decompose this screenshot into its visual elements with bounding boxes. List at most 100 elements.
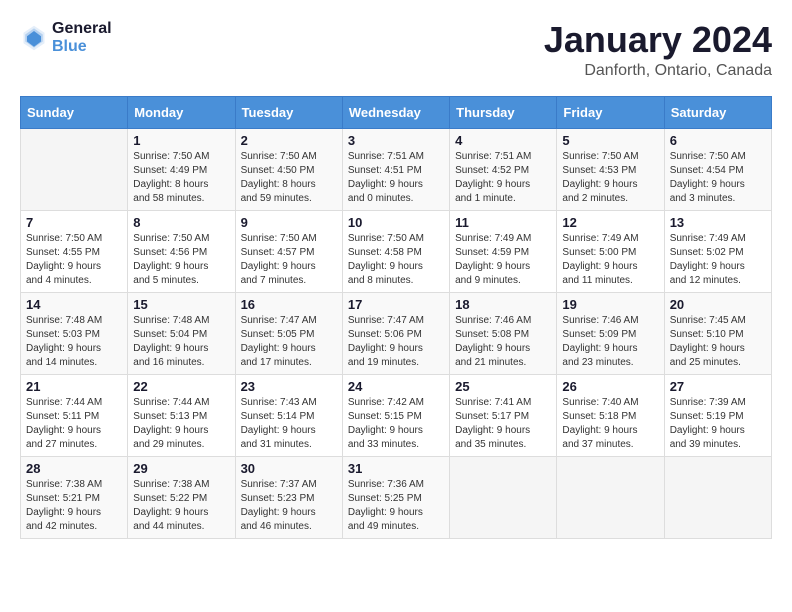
header-row: SundayMondayTuesdayWednesdayThursdayFrid… (21, 96, 772, 128)
day-number: 2 (241, 133, 337, 148)
calendar-subtitle: Danforth, Ontario, Canada (544, 62, 772, 80)
day-info: Sunrise: 7:46 AMSunset: 5:09 PMDaylight:… (562, 314, 658, 370)
day-cell: 8Sunrise: 7:50 AMSunset: 4:56 PMDaylight… (128, 210, 235, 292)
title-section: January 2024 Danforth, Ontario, Canada (544, 20, 772, 80)
day-cell: 16 Sunrise: 7:47 AMSunset: 5:05 PMDayligh… (235, 292, 342, 374)
week-row-1: 1Sunrise: 7:50 AMSunset: 4:49 PMDaylight… (21, 128, 772, 210)
day-info: Sunrise: 7:50 AMSunset: 4:53 PMDaylight:… (562, 150, 658, 206)
day-info: Sunrise: 7:46 AMSunset: 5:08 PMDaylight:… (455, 314, 551, 370)
day-number: 14 (26, 297, 122, 312)
day-number: 25 (455, 379, 551, 394)
day-number: 29 (133, 461, 229, 476)
day-cell: 1Sunrise: 7:50 AMSunset: 4:49 PMDaylight… (128, 128, 235, 210)
day-cell: 22 Sunrise: 7:44 AMSunset: 5:13 PMDayligh… (128, 374, 235, 456)
day-cell (450, 456, 557, 538)
day-info: Sunrise: 7:50 AMSunset: 4:58 PMDaylight:… (348, 232, 444, 288)
day-number: 30 (241, 461, 337, 476)
day-number: 26 (562, 379, 658, 394)
week-row-4: 21 Sunrise: 7:44 AMSunset: 5:11 PMDayligh… (21, 374, 772, 456)
day-number: 4 (455, 133, 551, 148)
day-info: Sunrise: 7:41 AMSunset: 5:17 PMDaylight:… (455, 396, 551, 452)
day-info: Sunrise: 7:44 AMSunset: 5:11 PMDaylight:… (26, 396, 122, 452)
day-number: 5 (562, 133, 658, 148)
day-info: Sunrise: 7:39 AMSunset: 5:19 PMDaylight:… (670, 396, 766, 452)
day-info: Sunrise: 7:50 AMSunset: 4:57 PMDaylight:… (241, 232, 337, 288)
header-cell-thursday: Thursday (450, 96, 557, 128)
day-cell: 31 Sunrise: 7:36 AMSunset: 5:25 PMDayligh… (342, 456, 449, 538)
day-number: 31 (348, 461, 444, 476)
day-info: Sunrise: 7:37 AMSunset: 5:23 PMDaylight:… (241, 478, 337, 534)
day-cell: 20Sunrise: 7:45 AMSunset: 5:10 PMDayligh… (664, 292, 771, 374)
logo-text: General Blue (52, 20, 112, 56)
day-number: 28 (26, 461, 122, 476)
day-info: Sunrise: 7:38 AMSunset: 5:21 PMDaylight:… (26, 478, 122, 534)
day-cell: 18Sunrise: 7:46 AMSunset: 5:08 PMDayligh… (450, 292, 557, 374)
week-row-3: 14 Sunrise: 7:48 AMSunset: 5:03 PMDayligh… (21, 292, 772, 374)
calendar-title: January 2024 (544, 20, 772, 60)
day-cell: 7Sunrise: 7:50 AMSunset: 4:55 PMDaylight… (21, 210, 128, 292)
header-cell-monday: Monday (128, 96, 235, 128)
day-info: Sunrise: 7:44 AMSunset: 5:13 PMDaylight:… (133, 396, 229, 452)
day-info: Sunrise: 7:48 AMSunset: 5:04 PMDaylight:… (133, 314, 229, 370)
day-number: 6 (670, 133, 766, 148)
day-cell: 10 Sunrise: 7:50 AMSunset: 4:58 PMDayligh… (342, 210, 449, 292)
day-cell: 24 Sunrise: 7:42 AMSunset: 5:15 PMDayligh… (342, 374, 449, 456)
day-info: Sunrise: 7:50 AMSunset: 4:50 PMDaylight:… (241, 150, 337, 206)
day-cell: 13 Sunrise: 7:49 AMSunset: 5:02 PMDayligh… (664, 210, 771, 292)
day-cell: 2 Sunrise: 7:50 AMSunset: 4:50 PMDaylight… (235, 128, 342, 210)
day-cell (557, 456, 664, 538)
calendar-body: 1Sunrise: 7:50 AMSunset: 4:49 PMDaylight… (21, 128, 772, 538)
day-cell: 29 Sunrise: 7:38 AMSunset: 5:22 PMDayligh… (128, 456, 235, 538)
header-cell-friday: Friday (557, 96, 664, 128)
day-cell (21, 128, 128, 210)
day-cell: 6 Sunrise: 7:50 AMSunset: 4:54 PMDaylight… (664, 128, 771, 210)
day-number: 22 (133, 379, 229, 394)
day-info: Sunrise: 7:38 AMSunset: 5:22 PMDaylight:… (133, 478, 229, 534)
day-cell: 15Sunrise: 7:48 AMSunset: 5:04 PMDayligh… (128, 292, 235, 374)
day-number: 12 (562, 215, 658, 230)
day-number: 11 (455, 215, 551, 230)
day-number: 3 (348, 133, 444, 148)
day-cell: 19 Sunrise: 7:46 AMSunset: 5:09 PMDayligh… (557, 292, 664, 374)
header-cell-wednesday: Wednesday (342, 96, 449, 128)
day-info: Sunrise: 7:45 AMSunset: 5:10 PMDaylight:… (670, 314, 766, 370)
header-cell-tuesday: Tuesday (235, 96, 342, 128)
day-cell: 25 Sunrise: 7:41 AMSunset: 5:17 PMDayligh… (450, 374, 557, 456)
week-row-5: 28 Sunrise: 7:38 AMSunset: 5:21 PMDayligh… (21, 456, 772, 538)
header-cell-sunday: Sunday (21, 96, 128, 128)
day-info: Sunrise: 7:50 AMSunset: 4:54 PMDaylight:… (670, 150, 766, 206)
day-number: 9 (241, 215, 337, 230)
day-info: Sunrise: 7:48 AMSunset: 5:03 PMDaylight:… (26, 314, 122, 370)
day-info: Sunrise: 7:49 AMSunset: 5:02 PMDaylight:… (670, 232, 766, 288)
day-info: Sunrise: 7:40 AMSunset: 5:18 PMDaylight:… (562, 396, 658, 452)
logo-icon (20, 24, 48, 52)
day-info: Sunrise: 7:51 AMSunset: 4:52 PMDaylight:… (455, 150, 551, 206)
day-info: Sunrise: 7:47 AMSunset: 5:05 PMDaylight:… (241, 314, 337, 370)
day-cell: 28 Sunrise: 7:38 AMSunset: 5:21 PMDayligh… (21, 456, 128, 538)
day-number: 19 (562, 297, 658, 312)
day-number: 17 (348, 297, 444, 312)
header: General Blue January 2024 Danforth, Onta… (20, 20, 772, 80)
day-cell: 26 Sunrise: 7:40 AMSunset: 5:18 PMDayligh… (557, 374, 664, 456)
day-info: Sunrise: 7:42 AMSunset: 5:15 PMDaylight:… (348, 396, 444, 452)
day-info: Sunrise: 7:36 AMSunset: 5:25 PMDaylight:… (348, 478, 444, 534)
day-cell: 9 Sunrise: 7:50 AMSunset: 4:57 PMDaylight… (235, 210, 342, 292)
calendar-header: SundayMondayTuesdayWednesdayThursdayFrid… (21, 96, 772, 128)
day-cell (664, 456, 771, 538)
day-cell: 23Sunrise: 7:43 AMSunset: 5:14 PMDayligh… (235, 374, 342, 456)
day-cell: 21 Sunrise: 7:44 AMSunset: 5:11 PMDayligh… (21, 374, 128, 456)
day-number: 7 (26, 215, 122, 230)
day-info: Sunrise: 7:43 AMSunset: 5:14 PMDaylight:… (241, 396, 337, 452)
day-info: Sunrise: 7:50 AMSunset: 4:56 PMDaylight:… (133, 232, 229, 288)
day-cell: 12 Sunrise: 7:49 AMSunset: 5:00 PMDayligh… (557, 210, 664, 292)
day-number: 10 (348, 215, 444, 230)
day-number: 21 (26, 379, 122, 394)
day-number: 27 (670, 379, 766, 394)
header-cell-saturday: Saturday (664, 96, 771, 128)
day-info: Sunrise: 7:49 AMSunset: 5:00 PMDaylight:… (562, 232, 658, 288)
day-number: 13 (670, 215, 766, 230)
day-number: 16 (241, 297, 337, 312)
day-number: 24 (348, 379, 444, 394)
day-cell: 11Sunrise: 7:49 AMSunset: 4:59 PMDayligh… (450, 210, 557, 292)
day-cell: 3Sunrise: 7:51 AMSunset: 4:51 PMDaylight… (342, 128, 449, 210)
